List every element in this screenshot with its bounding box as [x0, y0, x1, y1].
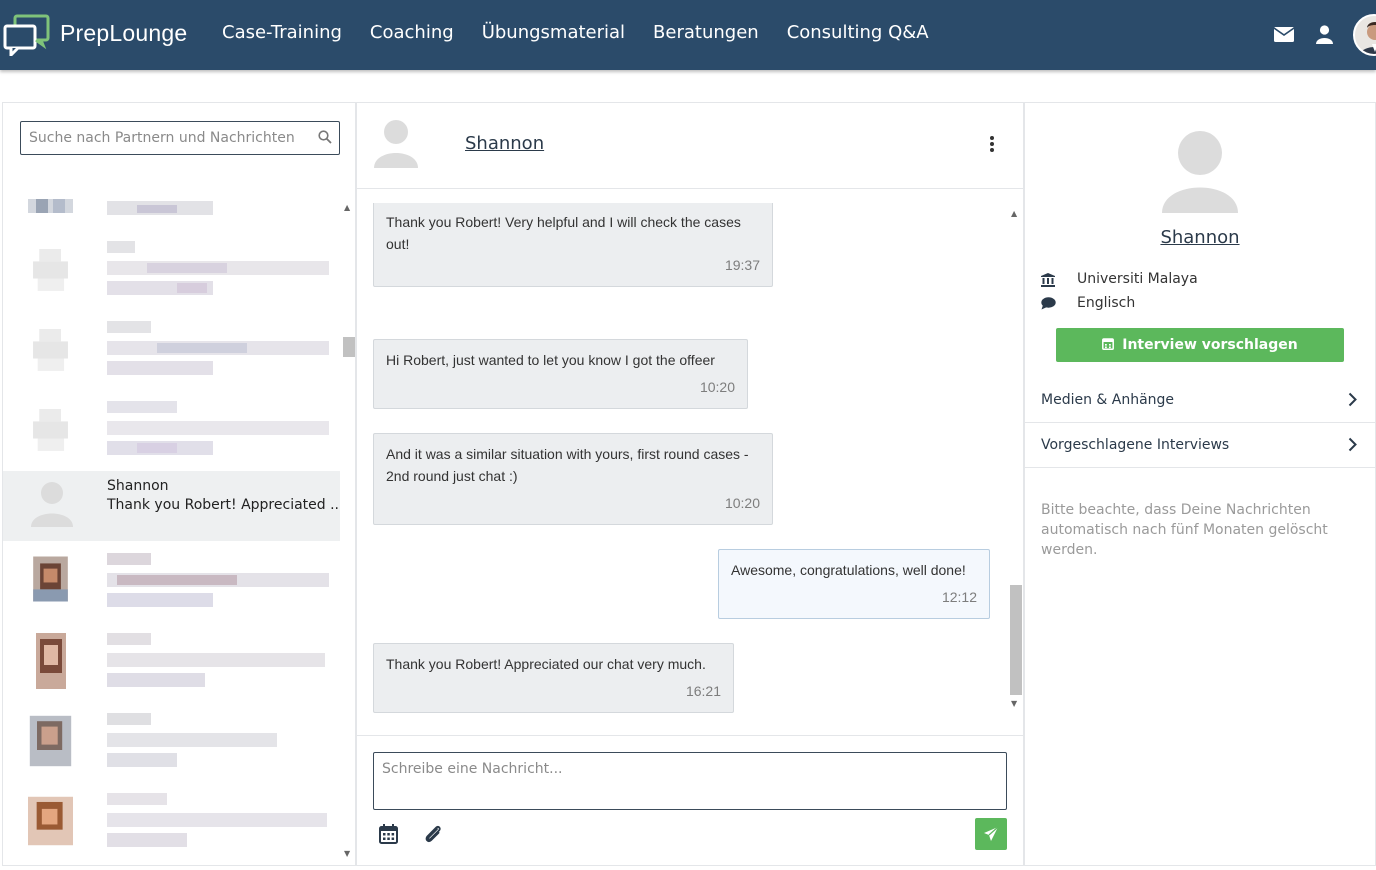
profile-panel: Shannon Universiti Malaya Englisch Inter…: [1024, 102, 1376, 866]
top-navigation-bar: PrepLounge Case-Training Coaching Übungs…: [0, 0, 1376, 70]
preplounge-logo[interactable]: PrepLounge: [3, 14, 203, 56]
conversation-list: Shannon Thank you Robert! Appreciated ..…: [3, 183, 340, 863]
list-item[interactable]: [3, 191, 340, 221]
chat-partner-name[interactable]: Shannon: [465, 133, 544, 154]
profile-avatar-placeholder: [1162, 131, 1238, 213]
scroll-up-arrow-icon[interactable]: ▲: [1011, 209, 1017, 218]
blurred-text: [107, 321, 329, 375]
blurred-avatar: [36, 633, 66, 689]
logo-chat-bubbles-icon: [3, 14, 50, 56]
message-text: Awesome, congratulations, well done!: [731, 562, 966, 578]
profile-name[interactable]: Shannon: [1025, 227, 1375, 248]
blurred-text: [107, 241, 329, 295]
university-icon: [1041, 273, 1055, 287]
speech-bubble-icon: [1041, 297, 1056, 310]
send-button[interactable]: [975, 818, 1007, 850]
list-item[interactable]: [3, 709, 340, 779]
message-bubble-own: Awesome, congratulations, well done! 12:…: [718, 549, 990, 619]
message-text: Thank you Robert! Very helpful and I wil…: [386, 214, 741, 252]
message-bubble: Thank you Robert! Very helpful and I wil…: [373, 203, 773, 287]
blurred-avatar: [33, 249, 68, 291]
propose-interview-label: Interview vorschlagen: [1122, 337, 1298, 353]
logo-text: PrepLounge: [60, 20, 188, 46]
list-item[interactable]: [3, 789, 340, 859]
list-item[interactable]: [3, 549, 340, 619]
list-item[interactable]: [3, 397, 340, 467]
nav-coaching[interactable]: Coaching: [370, 22, 454, 43]
blurred-text: [107, 201, 213, 215]
proposed-interviews-section[interactable]: Vorgeschlagene Interviews: [1025, 423, 1375, 468]
message-time: 16:21: [685, 683, 721, 699]
calendar-icon: [1102, 338, 1115, 350]
message-list: Thank you Robert! Very helpful and I wil…: [357, 203, 1023, 815]
calendar-icon[interactable]: [379, 824, 398, 844]
search-icon[interactable]: [318, 130, 332, 144]
scroll-up-arrow-icon[interactable]: ▲: [344, 203, 350, 212]
profile-photo: [1355, 16, 1376, 54]
conversation-list-panel: Shannon Thank you Robert! Appreciated ..…: [2, 102, 356, 866]
scrollbar-thumb[interactable]: [343, 337, 355, 357]
nav-uebungsmaterial[interactable]: Übungsmaterial: [482, 22, 625, 43]
list-item[interactable]: [3, 629, 340, 699]
list-item[interactable]: [3, 317, 340, 387]
send-paper-plane-icon: [984, 826, 999, 841]
message-text: And it was a similar situation with your…: [386, 446, 749, 484]
message-bubble: And it was a similar situation with your…: [373, 433, 773, 525]
search-box[interactable]: [20, 121, 340, 155]
main-nav: Case-Training Coaching Übungsmaterial Be…: [222, 22, 929, 43]
envelope-icon[interactable]: [1274, 27, 1294, 42]
list-item[interactable]: [3, 237, 340, 307]
blurred-text: [107, 793, 327, 847]
message-composer: [357, 735, 1023, 867]
proposed-interviews-label: Vorgeschlagene Interviews: [1041, 437, 1230, 453]
nav-beratungen[interactable]: Beratungen: [653, 22, 759, 43]
message-text: Hi Robert, just wanted to let you know I…: [386, 352, 715, 368]
blurred-avatar: [29, 715, 72, 767]
chevron-right-icon: [1348, 392, 1357, 407]
message-bubble: Thank you Robert! Appreciated our chat v…: [373, 643, 734, 713]
chat-header: Shannon: [357, 103, 1023, 189]
conversation-item-shannon[interactable]: Shannon Thank you Robert! Appreciated ..…: [3, 471, 340, 541]
blurred-text: [107, 633, 325, 687]
message-time: 10:20: [699, 379, 735, 395]
chat-panel: Shannon Thank you Robert! Very helpful a…: [356, 102, 1024, 866]
nav-consulting-qa[interactable]: Consulting Q&A: [787, 22, 929, 43]
contact-name: Shannon: [107, 478, 169, 494]
scroll-down-arrow-icon[interactable]: ▼: [344, 849, 350, 858]
blurred-text: [107, 713, 277, 767]
chat-partner-avatar[interactable]: [374, 118, 418, 168]
message-input[interactable]: [373, 752, 1007, 810]
scrollbar-thumb[interactable]: [1010, 585, 1022, 695]
media-attachments-label: Medien & Anhänge: [1041, 392, 1175, 408]
message-time: 12:12: [941, 589, 977, 605]
message-list-scrollbar[interactable]: ▲ ▼: [1008, 205, 1022, 813]
chevron-right-icon: [1348, 437, 1357, 452]
message-bubble: Hi Robert, just wanted to let you know I…: [373, 339, 748, 409]
propose-interview-button[interactable]: Interview vorschlagen: [1056, 328, 1344, 362]
paperclip-icon[interactable]: [423, 824, 443, 844]
message-text: Thank you Robert! Appreciated our chat v…: [386, 656, 706, 672]
contact-last-message: Thank you Robert! Appreciated ...: [107, 497, 340, 513]
blurred-text: [107, 553, 329, 607]
university-name: Universiti Malaya: [1077, 271, 1198, 287]
search-input[interactable]: [29, 123, 309, 153]
blurred-avatar: [33, 409, 68, 451]
user-icon[interactable]: [1316, 25, 1333, 44]
blurred-avatar: [33, 556, 68, 602]
language-name: Englisch: [1077, 295, 1136, 311]
blurred-text: [107, 401, 329, 455]
more-options-icon[interactable]: [989, 135, 995, 153]
scroll-down-arrow-icon[interactable]: ▼: [1011, 699, 1017, 708]
blurred-avatar: [33, 329, 68, 371]
contact-avatar-placeholder: [31, 482, 73, 527]
message-time: 19:37: [724, 257, 760, 273]
blurred-avatar: [28, 199, 73, 213]
conversation-list-scrollbar[interactable]: ▲ ▼: [341, 203, 355, 865]
media-attachments-section[interactable]: Medien & Anhänge: [1025, 378, 1375, 423]
profile-avatar[interactable]: [1353, 14, 1376, 56]
nav-case-training[interactable]: Case-Training: [222, 22, 342, 43]
message-time: 10:20: [724, 495, 760, 511]
blurred-avatar: [28, 796, 73, 846]
message-deletion-note: Bitte beachte, dass Deine Nachrichten au…: [1041, 502, 1328, 558]
